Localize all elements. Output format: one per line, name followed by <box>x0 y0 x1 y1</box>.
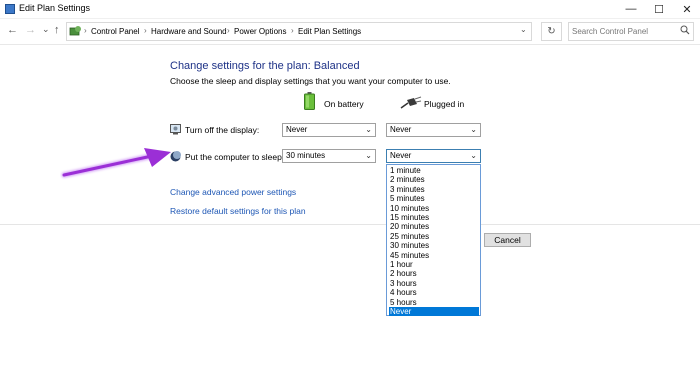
app-icon <box>5 4 15 14</box>
close-button[interactable]: ✕ <box>672 0 700 18</box>
advanced-power-settings-link[interactable]: Change advanced power settings <box>170 187 296 197</box>
dropdown-option[interactable]: 3 hours <box>389 279 479 288</box>
address-dropdown-icon[interactable]: ⌄ <box>520 25 527 34</box>
display-battery-value: Never <box>286 125 308 134</box>
sleep-battery-value: 30 minutes <box>286 151 326 160</box>
divider <box>0 224 700 225</box>
plug-icon <box>400 96 422 109</box>
restore-defaults-link[interactable]: Restore default settings for this plan <box>170 206 306 216</box>
on-battery-header: On battery <box>324 99 364 109</box>
refresh-button[interactable]: ↻ <box>541 22 562 41</box>
page-subtitle: Choose the sleep and display settings th… <box>170 76 451 86</box>
sleep-battery-select[interactable]: 30 minutes ⌄ <box>282 149 376 163</box>
plugged-in-header: Plugged in <box>424 99 465 109</box>
dropdown-option[interactable]: 4 hours <box>389 288 479 297</box>
up-button[interactable]: ↑ <box>54 24 60 36</box>
dropdown-option[interactable]: 1 minute <box>389 166 479 175</box>
breadcrumb-edit-plan-settings[interactable]: Edit Plan Settings <box>298 27 361 36</box>
dropdown-option[interactable]: 30 minutes <box>389 241 479 250</box>
battery-icon <box>304 92 315 110</box>
dropdown-option[interactable]: 1 hour <box>389 260 479 269</box>
back-button[interactable]: ← <box>7 24 18 36</box>
sleep-label: Put the computer to sleep: <box>185 152 285 162</box>
dropdown-option[interactable]: 2 minutes <box>389 175 479 184</box>
sleep-plugged-select[interactable]: Never ⌄ <box>386 149 481 163</box>
chevron-down-icon: ⌄ <box>365 125 372 134</box>
breadcrumb-hardware-and-sound[interactable]: Hardware and Sound <box>151 27 227 36</box>
cancel-button[interactable]: Cancel <box>484 233 531 247</box>
breadcrumb-separator: › <box>227 26 230 35</box>
breadcrumb-control-panel[interactable]: Control Panel <box>91 27 139 36</box>
search-placeholder: Search Control Panel <box>572 27 649 36</box>
page-title: Change settings for the plan: Balanced <box>170 60 360 72</box>
sleep-plugged-dropdown[interactable]: 1 minute 2 minutes 3 minutes 5 minutes 1… <box>386 164 481 317</box>
dropdown-option-selected[interactable]: Never <box>389 307 479 317</box>
title-bar <box>0 0 700 19</box>
search-icon[interactable] <box>680 25 690 35</box>
dropdown-option[interactable]: 45 minutes <box>389 251 479 260</box>
annotation-arrow <box>61 148 171 178</box>
dropdown-option[interactable]: 20 minutes <box>389 222 479 231</box>
recent-locations-button[interactable]: ⌄ <box>42 24 50 35</box>
dropdown-option[interactable]: 2 hours <box>389 269 479 278</box>
minimize-button[interactable]: — <box>616 0 646 18</box>
control-panel-icon <box>69 26 81 36</box>
maximize-button[interactable]: ☐ <box>644 0 674 18</box>
dropdown-option[interactable]: 3 minutes <box>389 185 479 194</box>
dropdown-option[interactable]: 10 minutes <box>389 204 479 213</box>
chevron-down-icon: ⌄ <box>365 151 372 160</box>
forward-button[interactable]: → <box>25 24 36 36</box>
breadcrumb-separator: › <box>291 26 294 35</box>
dropdown-option[interactable]: 5 hours <box>389 298 479 307</box>
chevron-down-icon: ⌄ <box>470 125 477 134</box>
turn-off-display-label: Turn off the display: <box>185 125 260 135</box>
monitor-icon <box>170 124 181 135</box>
display-battery-select[interactable]: Never ⌄ <box>282 123 376 137</box>
breadcrumb-separator: › <box>84 26 87 35</box>
dropdown-option[interactable]: 5 minutes <box>389 194 479 203</box>
dropdown-option[interactable]: 25 minutes <box>389 232 479 241</box>
dropdown-option[interactable]: 15 minutes <box>389 213 479 222</box>
display-plugged-value: Never <box>390 125 412 134</box>
breadcrumb-power-options[interactable]: Power Options <box>234 27 286 36</box>
chevron-down-icon: ⌄ <box>470 151 477 160</box>
display-plugged-select[interactable]: Never ⌄ <box>386 123 481 137</box>
window-title: Edit Plan Settings <box>19 3 91 13</box>
sleep-plugged-value: Never <box>390 151 412 160</box>
breadcrumb-separator: › <box>144 26 147 35</box>
